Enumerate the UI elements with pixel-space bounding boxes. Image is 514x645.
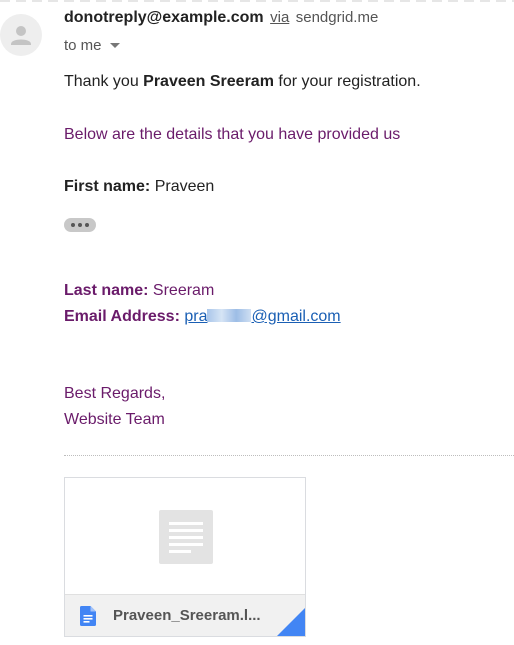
first-name-label: First name:	[64, 178, 151, 195]
first-name-line: First name: Praveen	[64, 178, 214, 196]
chevron-down-icon[interactable]	[109, 43, 120, 48]
email-address-label: Email Address:	[64, 308, 180, 325]
thank-you-line: Thank you Praveen Sreeram for your regis…	[64, 73, 421, 91]
recipient-label: to me	[64, 37, 102, 54]
show-trimmed-content-button[interactable]	[64, 218, 96, 232]
thanks-suffix: for your registration.	[273, 73, 421, 90]
attachment-footer: Praveen_Sreeram.l...	[65, 594, 305, 636]
last-name-value: Sreeram	[148, 282, 215, 299]
email-view: donotreply@example.com via sendgrid.me t…	[0, 0, 514, 645]
email-address-link[interactable]: pra @gmail.com	[184, 308, 340, 325]
team-line: Website Team	[64, 411, 165, 428]
regards-line: Best Regards,	[64, 385, 166, 402]
sender-avatar[interactable]	[0, 14, 42, 56]
recipient-details[interactable]: to me	[64, 37, 120, 54]
dot-icon	[71, 223, 75, 227]
email-suffix: @gmail.com	[251, 308, 341, 325]
person-icon	[11, 26, 31, 45]
thanks-name: Praveen Sreeram	[143, 73, 274, 90]
attachment-thumbnail	[65, 478, 305, 594]
sender-line: donotreply@example.com via sendgrid.me	[64, 9, 378, 27]
document-preview-icon	[159, 510, 213, 564]
last-name-label: Last name:	[64, 282, 149, 299]
top-divider	[0, 0, 514, 2]
dot-icon	[85, 223, 89, 227]
redacted-text	[207, 309, 252, 322]
folded-corner-icon	[277, 608, 305, 636]
attachment-divider	[64, 455, 514, 456]
via-link[interactable]: via	[270, 9, 289, 26]
via-domain: sendgrid.me	[295, 9, 379, 26]
attachment-card[interactable]: Praveen_Sreeram.l...	[64, 477, 306, 637]
last-name-line: Last name: Sreeram	[64, 282, 214, 300]
google-docs-icon	[80, 606, 96, 626]
first-name-value: Praveen	[150, 178, 215, 195]
thanks-prefix: Thank you	[64, 73, 144, 90]
intro-line: Below are the details that you have prov…	[64, 126, 401, 143]
email-prefix: pra	[184, 308, 208, 325]
dot-icon	[78, 223, 82, 227]
attachment-file-name: Praveen_Sreeram.l...	[113, 607, 261, 624]
sender-email[interactable]: donotreply@example.com	[64, 9, 264, 26]
email-address-line: Email Address: pra @gmail.com	[64, 308, 341, 326]
